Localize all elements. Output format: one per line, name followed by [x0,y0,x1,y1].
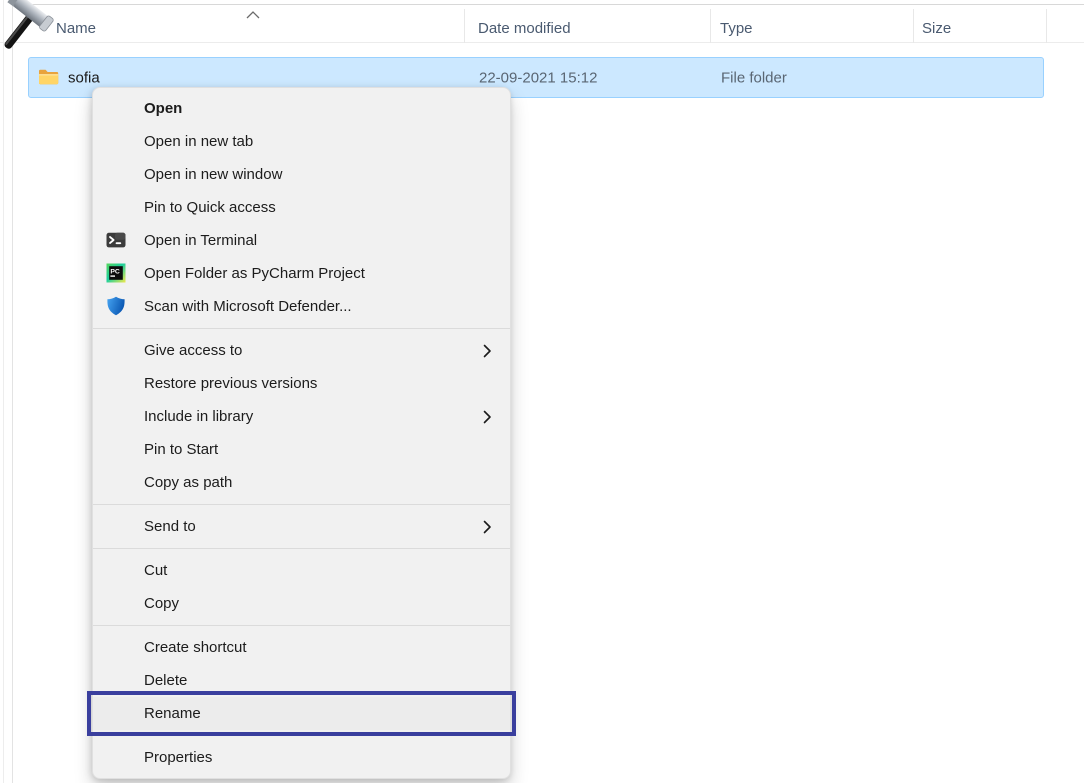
menu-item-label: Pin to Quick access [144,199,492,216]
menu-item-label: Rename [144,705,492,722]
hammer-cursor-icon [0,0,60,64]
column-header-label: Date modified [478,20,571,37]
menu-separator [93,548,510,549]
menu-item-open-in-new-window[interactable]: Open in new window [93,158,510,191]
menu-item-copy-as-path[interactable]: Copy as path [93,466,510,499]
menu-item-label: Include in library [144,408,471,425]
column-header-size[interactable]: Size [922,14,951,42]
column-header-date-modified[interactable]: Date modified [478,14,571,42]
menu-item-label: Scan with Microsoft Defender... [144,298,492,315]
column-header-type[interactable]: Type [720,14,753,42]
file-date-modified: 22-09-2021 15:12 [479,69,597,86]
menu-item-label: Create shortcut [144,639,492,656]
submenu-chevron-icon [483,520,492,534]
menu-item-label: Open [144,100,492,117]
menu-item-label: Restore previous versions [144,375,492,392]
menu-item-create-shortcut[interactable]: Create shortcut [93,631,510,664]
terminal-icon [106,230,126,250]
menu-separator [93,328,510,329]
header-top-border [12,4,1084,5]
column-separator[interactable] [913,9,914,43]
menu-item-pin-to-quick-access[interactable]: Pin to Quick access [93,191,510,224]
menu-item-label: Delete [144,672,492,689]
menu-item-delete[interactable]: Delete [93,664,510,697]
menu-item-cut[interactable]: Cut [93,554,510,587]
column-header-name[interactable]: Name [56,14,96,42]
column-header-label: Size [922,20,951,37]
menu-item-rename[interactable]: Rename [93,697,510,730]
menu-item-label: Properties [144,749,492,766]
column-header-label: Type [720,20,753,37]
menu-item-label: Give access to [144,342,471,359]
pycharm-icon: PC [106,263,126,283]
folder-icon [38,68,59,91]
menu-item-open[interactable]: Open [93,92,510,125]
menu-separator [93,504,510,505]
menu-item-label: Pin to Start [144,441,492,458]
menu-separator [93,625,510,626]
menu-item-give-access-to[interactable]: Give access to [93,334,510,367]
menu-item-label: Cut [144,562,492,579]
menu-item-label: Open in new tab [144,133,492,150]
column-separator[interactable] [1046,9,1047,43]
menu-item-label: Copy as path [144,474,492,491]
menu-item-restore-previous-versions[interactable]: Restore previous versions [93,367,510,400]
menu-item-copy[interactable]: Copy [93,587,510,620]
menu-item-label: Open Folder as PyCharm Project [144,265,492,282]
svg-text:PC: PC [110,269,120,276]
column-separator[interactable] [464,9,465,43]
menu-item-open-folder-as-pycharm-project[interactable]: PC Open Folder as PyCharm Project [93,257,510,290]
column-separator[interactable] [710,9,711,43]
sort-ascending-icon [246,6,260,24]
menu-item-properties[interactable]: Properties [93,741,510,774]
pane-divider-inner [12,4,13,783]
menu-item-send-to[interactable]: Send to [93,510,510,543]
menu-item-label: Send to [144,518,471,535]
submenu-chevron-icon [483,344,492,358]
menu-separator [93,735,510,736]
menu-item-scan-with-microsoft-defender[interactable]: Scan with Microsoft Defender... [93,290,510,323]
menu-item-label: Open in Terminal [144,232,492,249]
pane-divider-outer [3,0,4,783]
context-menu: Open Open in new tab Open in new window … [92,87,511,779]
header-bottom-border [0,42,1084,43]
menu-item-label: Open in new window [144,166,492,183]
column-header-label: Name [56,20,96,37]
menu-item-pin-to-start[interactable]: Pin to Start [93,433,510,466]
file-type: File folder [721,69,787,86]
menu-item-include-in-library[interactable]: Include in library [93,400,510,433]
file-name: sofia [68,69,100,86]
defender-shield-icon [106,296,126,316]
submenu-chevron-icon [483,410,492,424]
menu-item-label: Copy [144,595,492,612]
menu-item-open-in-new-tab[interactable]: Open in new tab [93,125,510,158]
menu-item-open-in-terminal[interactable]: Open in Terminal [93,224,510,257]
